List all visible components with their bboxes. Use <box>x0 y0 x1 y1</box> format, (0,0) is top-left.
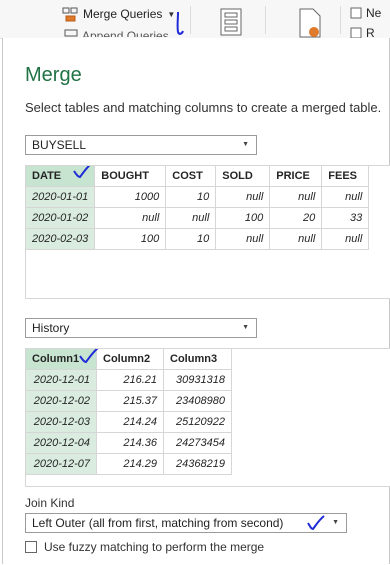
table-cell: null <box>321 186 370 208</box>
first-table-selected: BUYSELL <box>32 138 87 152</box>
table-cell: 30931318 <box>163 369 232 391</box>
chevron-down-icon[interactable]: ▼ <box>242 136 249 154</box>
table-cell: null <box>269 228 323 250</box>
new-source-button[interactable]: Ne <box>350 6 381 20</box>
table-cell: null <box>215 186 271 208</box>
append-queries-button[interactable]: Append Queries <box>62 27 172 37</box>
join-kind-selected: Left Outer (all from first, matching fro… <box>32 516 284 530</box>
first-table-preview: DATE BOUGHT COST SOLD PRICE FEES 2020-01… <box>25 165 390 299</box>
table-cell: null <box>215 228 271 250</box>
table-cell: 2020-12-03 <box>26 411 97 433</box>
table-cell: 216.21 <box>96 369 164 391</box>
table-row: 2020-12-02 215.37 23408980 <box>26 390 232 412</box>
table-cell: 23408980 <box>163 390 232 412</box>
table-cell: null <box>165 207 217 229</box>
handwritten-check-annotation <box>79 349 99 364</box>
second-table-dropdown[interactable]: History ▼ <box>25 318 257 338</box>
table-grid-icon[interactable] <box>220 8 242 36</box>
merge-queries-button[interactable]: Merge Queries ▼ <box>62 4 175 24</box>
merge-queries-label: Merge Queries <box>83 7 163 21</box>
header-row: Column1 Column2 Column3 <box>26 349 232 370</box>
settings-document-icon[interactable] <box>298 8 322 38</box>
ribbon-divider <box>190 6 191 34</box>
column-header-bought[interactable]: BOUGHT <box>94 166 167 187</box>
column-header-cost[interactable]: COST <box>165 166 217 187</box>
table-cell: null <box>269 186 323 208</box>
table-cell: 10 <box>165 228 217 250</box>
column-header-price[interactable]: PRICE <box>269 166 323 187</box>
fuzzy-matching-option[interactable]: Use fuzzy matching to perform the merge <box>25 540 264 554</box>
table-cell: 24368219 <box>163 453 232 475</box>
column-header-sold[interactable]: SOLD <box>215 166 271 187</box>
table-row: 2020-01-01 1000 10 null null null <box>26 186 370 208</box>
table-cell: 1000 <box>94 186 167 208</box>
second-table-selected: History <box>32 321 70 335</box>
ribbon-divider <box>340 6 341 34</box>
ribbon: Merge Queries ▼ Append Queries Ne R <box>0 0 390 39</box>
column-header-fees[interactable]: FEES <box>321 166 370 187</box>
table-cell: 100 <box>94 228 167 250</box>
table-cell: null <box>94 207 167 229</box>
new-document-icon <box>350 7 362 19</box>
first-table-dropdown[interactable]: BUYSELL ▼ <box>25 135 257 155</box>
table-row: 2020-02-03 100 10 null null null <box>26 228 370 250</box>
table-cell: 2020-12-02 <box>26 390 97 412</box>
handwritten-arrow-annotation <box>176 12 184 35</box>
table-cell: 24273454 <box>163 432 232 454</box>
ribbon-divider <box>265 6 266 34</box>
append-queries-label: Append Queries <box>82 29 169 37</box>
table-row: 2020-12-01 216.21 30931318 <box>26 369 232 391</box>
second-table-preview: Column1 Column2 Column3 2020-12-01 216.2… <box>25 348 390 487</box>
new-source-label: Ne <box>366 6 382 20</box>
table-cell: 20 <box>269 207 323 229</box>
handwritten-check-annotation <box>73 166 91 179</box>
table-cell: 2020-12-01 <box>26 369 97 391</box>
column-header-column3[interactable]: Column3 <box>163 349 232 370</box>
table-cell: 215.37 <box>96 390 164 412</box>
table-cell: 2020-01-01 <box>26 186 96 208</box>
table-row: 2020-12-03 214.24 25120922 <box>26 411 232 433</box>
table-row: 2020-12-04 214.36 24273454 <box>26 432 232 454</box>
table-cell: 214.24 <box>96 411 164 433</box>
table-cell: null <box>321 228 370 250</box>
table-cell: 2020-01-02 <box>26 207 96 229</box>
chevron-down-icon[interactable]: ▼ <box>332 514 339 532</box>
table-row: 2020-01-02 null null 100 20 33 <box>26 207 370 229</box>
table-row: 2020-12-07 214.29 24368219 <box>26 453 232 475</box>
dialog-subtitle: Select tables and matching columns to cr… <box>25 100 382 115</box>
chevron-down-icon[interactable]: ▼ <box>242 319 249 337</box>
table-cell: 2020-02-03 <box>26 228 96 250</box>
table-cell: 2020-12-04 <box>26 432 97 454</box>
dialog-title: Merge <box>25 64 82 86</box>
fuzzy-matching-label: Use fuzzy matching to perform the merge <box>44 540 265 554</box>
table-cell: 214.36 <box>96 432 164 454</box>
append-queries-icon <box>64 29 78 37</box>
fuzzy-matching-checkbox[interactable] <box>25 541 37 553</box>
table-cell: 10 <box>165 186 217 208</box>
table-cell: 100 <box>215 207 271 229</box>
second-table-grid: Column1 Column2 Column3 2020-12-01 216.2… <box>26 349 232 475</box>
table-cell: 25120922 <box>163 411 232 433</box>
column-header-column2[interactable]: Column2 <box>96 349 164 370</box>
handwritten-check-annotation <box>307 515 325 531</box>
table-cell: 33 <box>321 207 370 229</box>
join-kind-dropdown[interactable]: Left Outer (all from first, matching fro… <box>25 513 347 533</box>
join-kind-label: Join Kind <box>25 496 75 510</box>
merge-queries-icon <box>62 7 78 22</box>
table-cell: 214.29 <box>96 453 164 475</box>
table-cell: 2020-12-07 <box>26 453 97 475</box>
